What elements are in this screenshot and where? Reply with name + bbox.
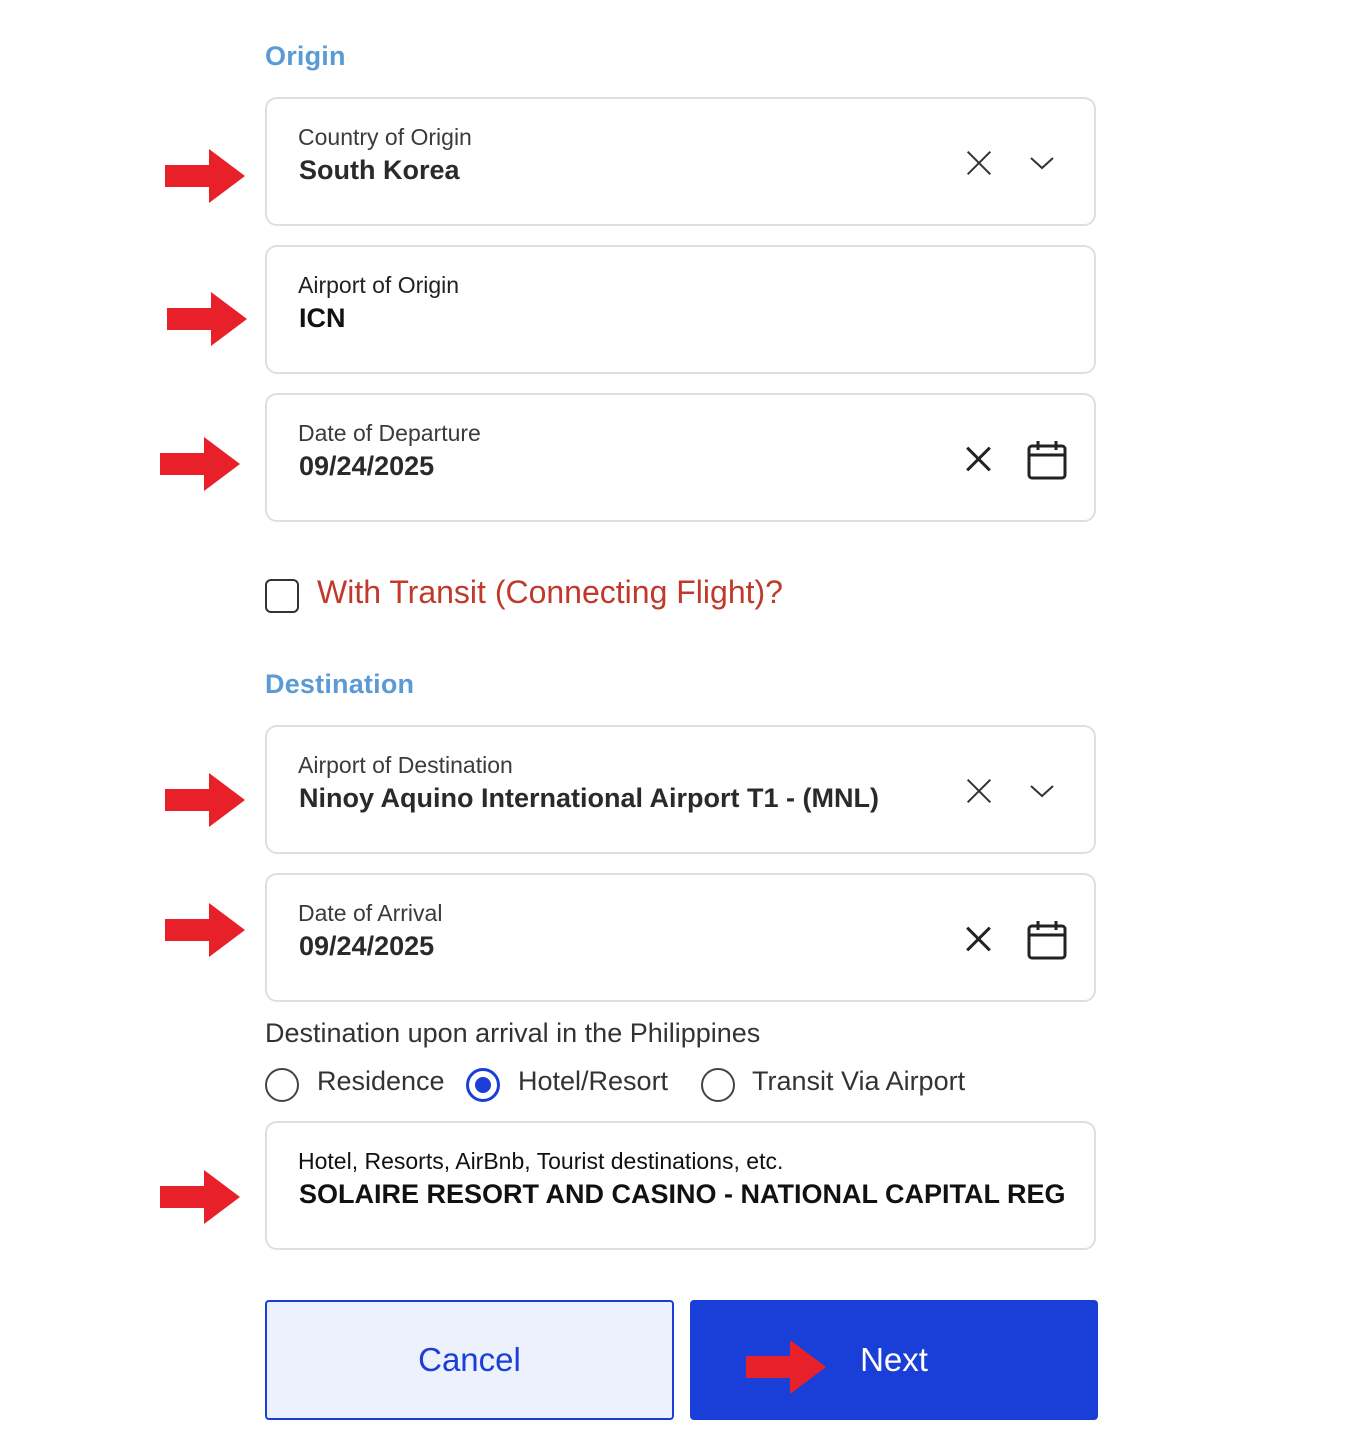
calendar-icon[interactable]: [1027, 920, 1067, 960]
close-icon[interactable]: [966, 150, 992, 176]
date-of-departure-value: 09/24/2025: [299, 451, 435, 481]
close-icon[interactable]: [966, 926, 992, 952]
airport-of-origin-field[interactable]: Airport of Origin ICN: [265, 245, 1096, 374]
date-of-arrival-field[interactable]: Date of Arrival 09/24/2025: [265, 873, 1096, 1002]
radio-residence-label[interactable]: Residence: [317, 1066, 445, 1097]
hotel-resort-field[interactable]: Hotel, Resorts, AirBnb, Tourist destinat…: [265, 1121, 1096, 1250]
transit-label[interactable]: With Transit (Connecting Flight)?: [317, 574, 783, 611]
next-button-label: Next: [860, 1341, 928, 1378]
hotel-resort-value: SOLAIRE RESORT AND CASINO - NATIONAL CAP…: [299, 1179, 1067, 1209]
airport-of-destination-select[interactable]: Airport of Destination Ninoy Aquino Inte…: [265, 725, 1096, 854]
date-of-arrival-label: Date of Arrival: [298, 900, 443, 926]
chevron-down-icon[interactable]: [1027, 150, 1057, 176]
country-of-origin-value: South Korea: [299, 155, 460, 185]
date-of-arrival-value: 09/24/2025: [299, 931, 435, 961]
red-arrow-icon: [160, 1170, 240, 1224]
cancel-button-label: Cancel: [418, 1341, 521, 1378]
red-arrow-icon: [165, 149, 245, 203]
radio-hotel-resort[interactable]: [466, 1068, 500, 1102]
cancel-button[interactable]: Cancel: [265, 1300, 674, 1420]
radio-residence[interactable]: [265, 1068, 299, 1102]
airport-of-origin-label: Airport of Origin: [298, 272, 460, 298]
radio-hotel-resort-label[interactable]: Hotel/Resort: [518, 1066, 668, 1097]
red-arrow-icon: [165, 773, 245, 827]
radio-transit-via-airport[interactable]: [701, 1068, 735, 1102]
airport-of-destination-value: Ninoy Aquino International Airport T1 - …: [299, 783, 879, 813]
country-of-origin-label: Country of Origin: [298, 124, 472, 150]
country-of-origin-select[interactable]: Country of Origin South Korea: [265, 97, 1096, 226]
hotel-resort-label: Hotel, Resorts, AirBnb, Tourist destinat…: [298, 1148, 784, 1174]
airport-of-destination-label: Airport of Destination: [298, 752, 513, 778]
destination-section-title: Destination: [265, 669, 415, 699]
date-of-departure-label: Date of Departure: [298, 420, 481, 446]
close-icon[interactable]: [966, 446, 992, 472]
date-of-departure-field[interactable]: Date of Departure 09/24/2025: [265, 393, 1096, 522]
radio-transit-via-airport-label[interactable]: Transit Via Airport: [752, 1066, 965, 1097]
transit-checkbox[interactable]: [265, 579, 299, 613]
destination-upon-arrival-question: Destination upon arrival in the Philippi…: [265, 1018, 761, 1048]
red-arrow-icon: [746, 1340, 826, 1394]
close-icon[interactable]: [966, 778, 992, 804]
chevron-down-icon[interactable]: [1027, 778, 1057, 804]
red-arrow-icon: [165, 903, 245, 957]
red-arrow-icon: [167, 292, 247, 346]
origin-section-title: Origin: [265, 41, 346, 71]
red-arrow-icon: [160, 437, 240, 491]
airport-of-origin-value: ICN: [299, 303, 346, 333]
calendar-icon[interactable]: [1027, 440, 1067, 480]
